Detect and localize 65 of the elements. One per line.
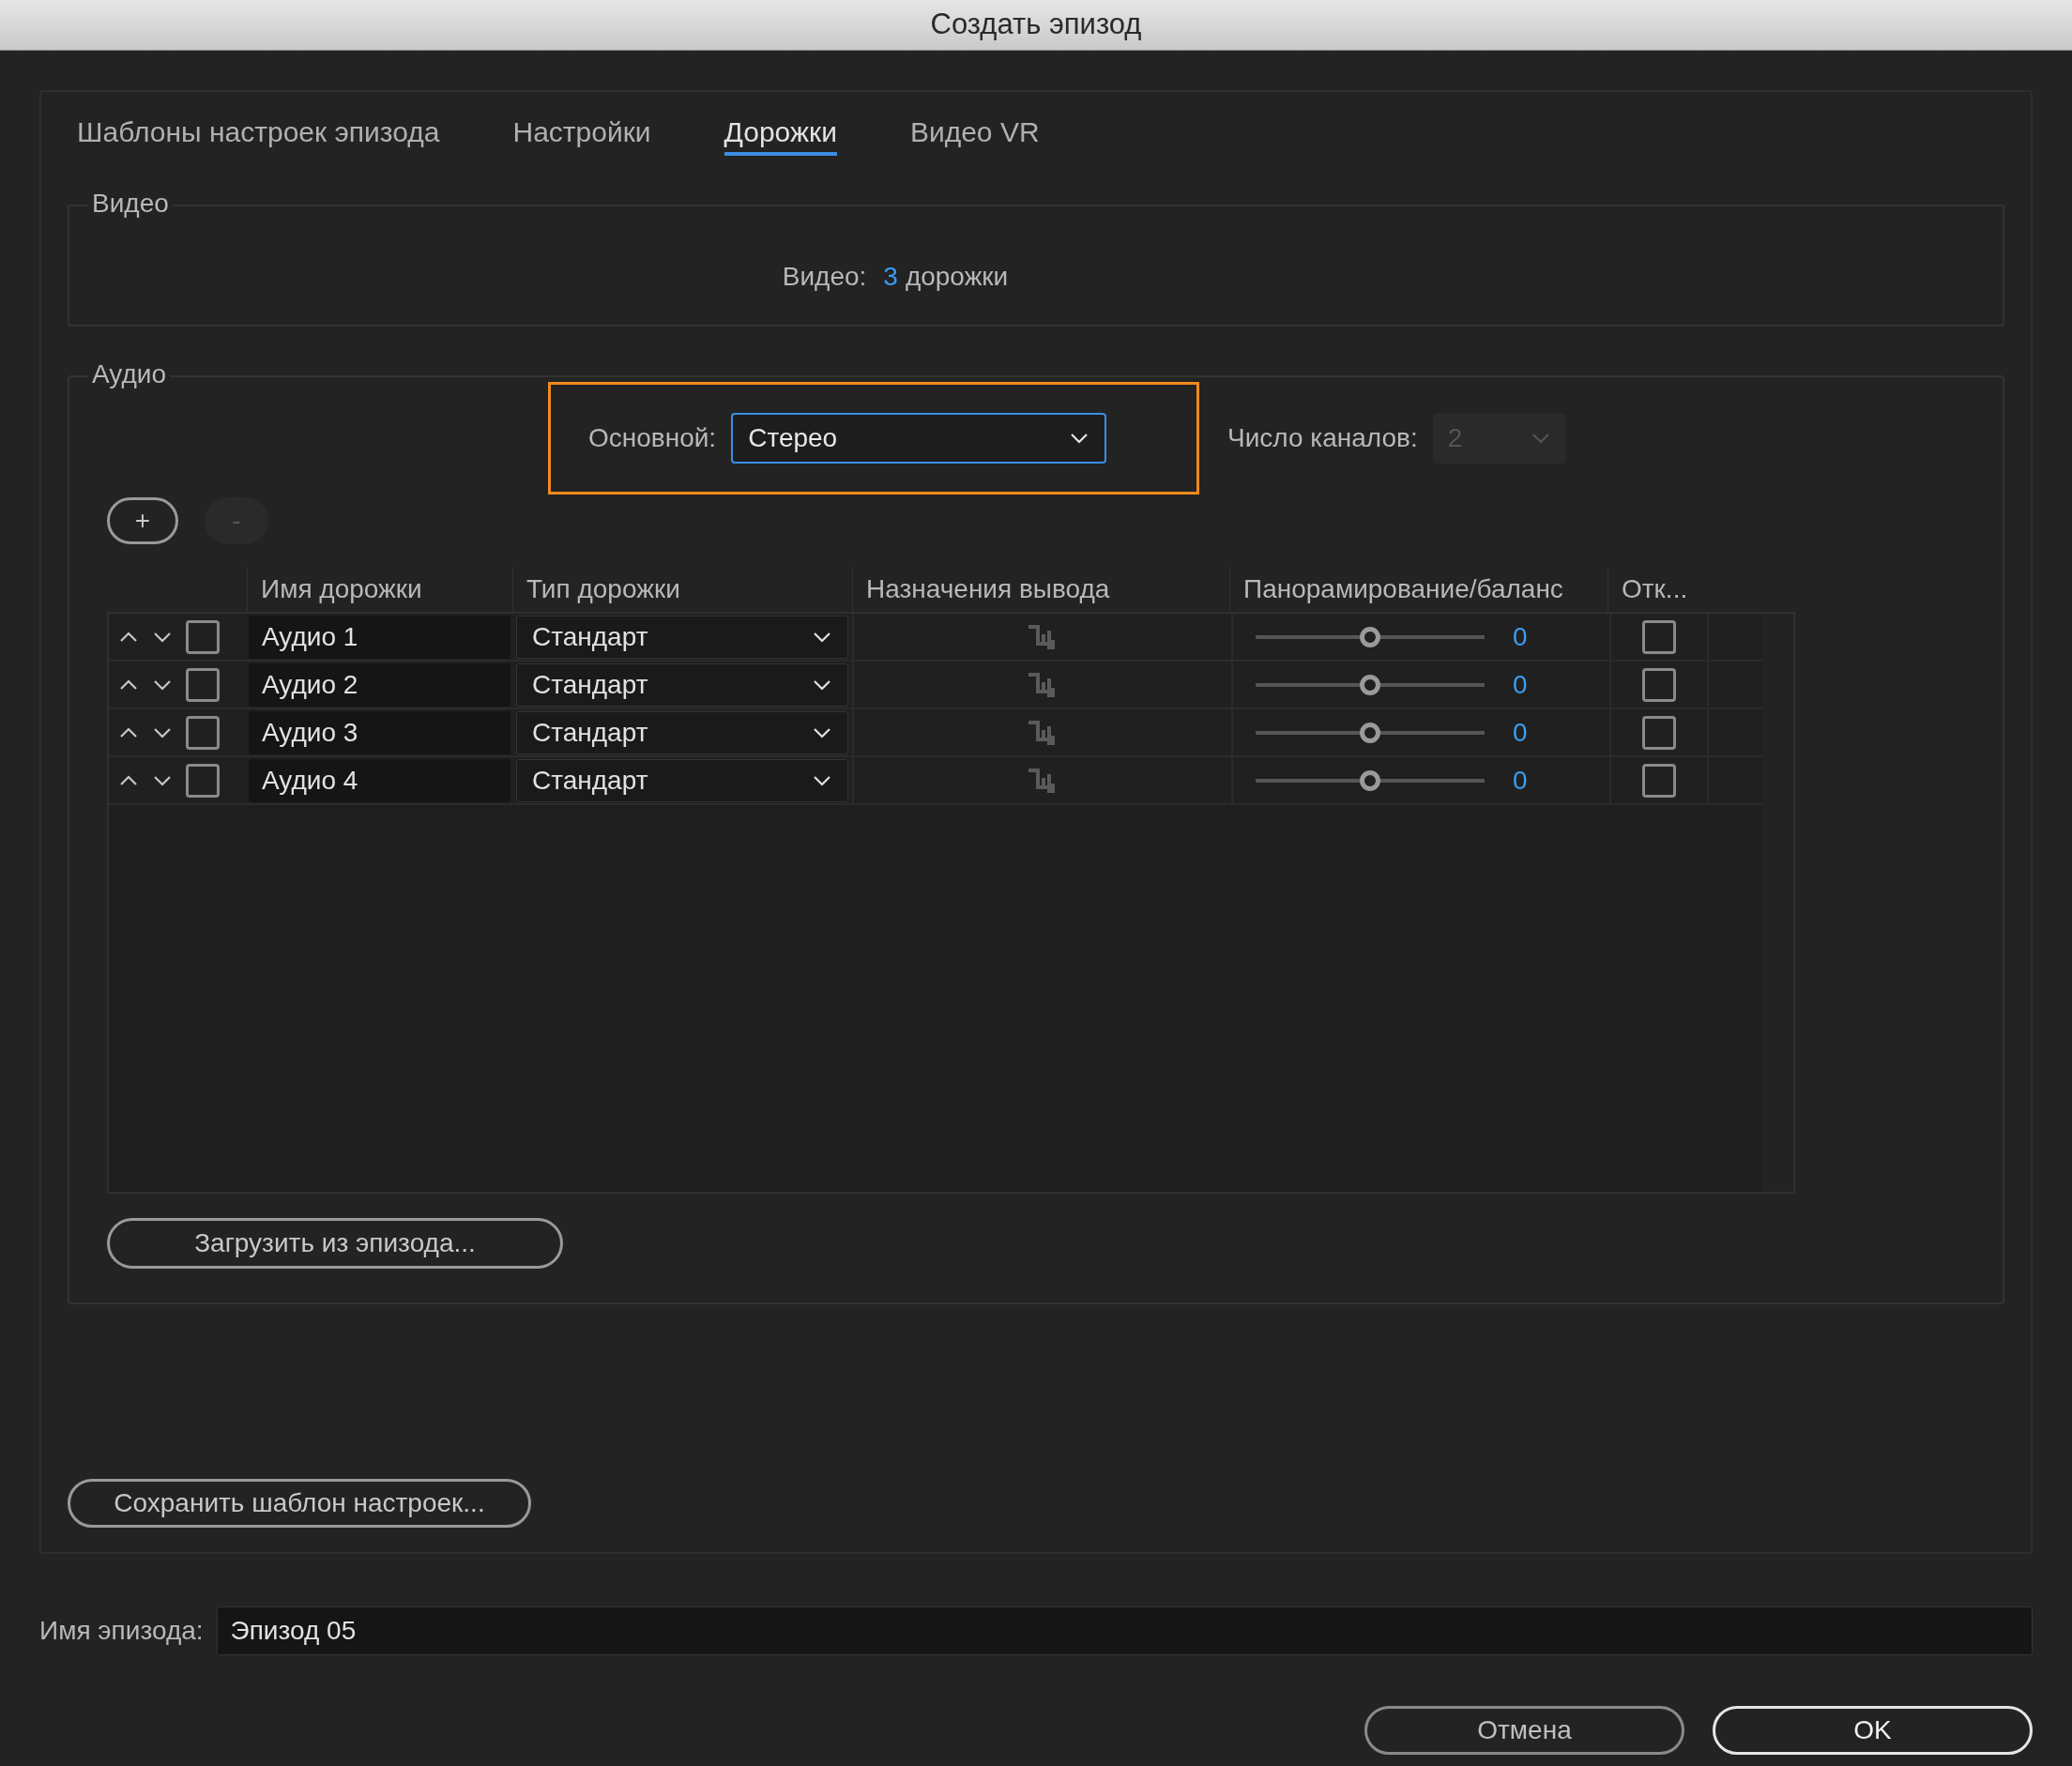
checkbox[interactable] — [186, 619, 220, 654]
checkbox[interactable] — [1642, 619, 1676, 654]
move-up-icon — [118, 630, 139, 644]
pan-slider[interactable] — [1256, 770, 1485, 790]
move-up-icon — [118, 677, 139, 692]
video-label: Видео: — [782, 261, 867, 293]
tab[interactable]: Шаблоны настроек эпизода — [77, 111, 440, 156]
track-type-dropdown[interactable]: Стандарт — [516, 710, 848, 754]
checkbox[interactable] — [186, 667, 220, 702]
move-down-icon — [152, 677, 173, 692]
tab[interactable]: Видео VR — [909, 111, 1040, 156]
checkbox[interactable] — [186, 763, 220, 798]
pan-value[interactable]: 0 — [1513, 760, 1528, 800]
dialog-button[interactable]: OK — [1713, 1706, 2033, 1755]
caret-icon — [812, 773, 832, 787]
caret-icon — [1530, 432, 1551, 445]
move-down-icon — [152, 725, 173, 739]
caret-icon — [812, 725, 832, 739]
column-header[interactable]: Панорамирование/баланс — [1243, 570, 1563, 609]
window-title: Создать эпизод — [930, 7, 1142, 43]
move-up-icon — [118, 725, 139, 739]
pan-value[interactable]: 0 — [1513, 664, 1528, 705]
track-name-field[interactable]: Аудио 4 — [249, 758, 510, 802]
track-type-dropdown[interactable]: Стандарт — [516, 662, 848, 707]
load-button[interactable]: Загрузить из эпизода... — [107, 1218, 563, 1269]
tab[interactable]: Настройки — [512, 111, 651, 156]
track-count[interactable]: 3 — [883, 257, 898, 297]
slider-thumb[interactable] — [1360, 722, 1380, 743]
slider-thumb[interactable] — [1360, 674, 1380, 695]
slider-thumb[interactable] — [1360, 769, 1380, 791]
track-type-dropdown[interactable]: Стандарт — [516, 615, 848, 659]
add-button[interactable]: + — [107, 497, 178, 544]
checkbox[interactable] — [1642, 715, 1676, 750]
track-unit: дорожки — [905, 261, 1009, 293]
move-down-icon — [152, 773, 173, 787]
slider-thumb[interactable] — [1360, 626, 1380, 647]
pan-slider[interactable] — [1256, 675, 1485, 694]
move-up-icon — [118, 773, 139, 787]
move-down-icon — [152, 630, 173, 644]
caret-icon — [812, 630, 832, 644]
checkbox[interactable] — [1642, 763, 1676, 798]
track-name-field[interactable]: Аудио 2 — [249, 662, 510, 707]
track-type-dropdown[interactable]: Стандарт — [516, 758, 848, 802]
master-label: Основной: — [588, 422, 717, 454]
pan-value[interactable]: 0 — [1513, 617, 1528, 657]
track-name-field[interactable]: Аудио 3 — [249, 710, 510, 754]
column-header[interactable]: Назначения вывода — [866, 570, 1110, 609]
save-preset-button[interactable]: Сохранить шаблон настроек... — [68, 1479, 531, 1528]
track-name-field[interactable]: Аудио 1 — [249, 615, 510, 659]
checkbox[interactable] — [1642, 667, 1676, 702]
checkbox[interactable] — [186, 715, 220, 750]
master-dropdown[interactable]: Стерео — [731, 413, 1107, 464]
caret-icon — [812, 677, 832, 692]
pan-slider[interactable] — [1256, 723, 1485, 742]
pan-slider[interactable] — [1256, 627, 1485, 647]
tab[interactable]: Дорожки — [724, 111, 837, 156]
episode-name-label: Имя эпизода: — [39, 1615, 204, 1647]
pan-value[interactable]: 0 — [1513, 712, 1528, 753]
channels-label: Число каналов: — [1227, 422, 1418, 454]
dialog-button[interactable]: Отмена — [1364, 1706, 1684, 1755]
episode-name-field[interactable]: Эпизод 05 — [216, 1606, 2033, 1655]
column-header[interactable]: Тип дорожки — [526, 570, 680, 609]
caret-icon — [1069, 432, 1090, 445]
column-header[interactable]: Отк... — [1622, 570, 1688, 609]
column-header[interactable]: Имя дорожки — [261, 570, 422, 609]
